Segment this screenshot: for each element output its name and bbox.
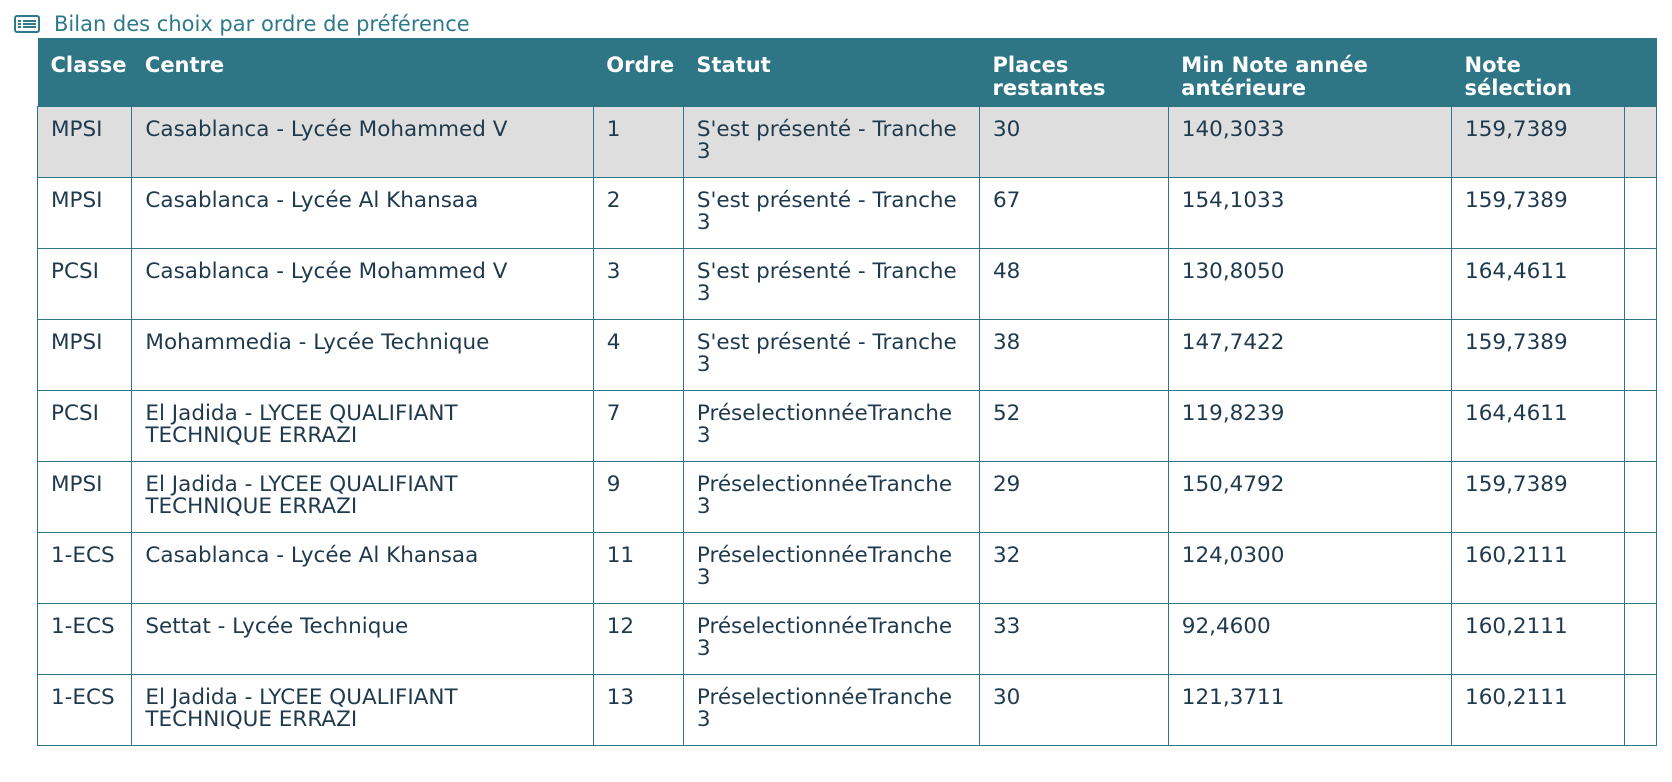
table-row[interactable]: PCSI Casablanca - Lycée Mohammed V 3 S'e… (36, 247, 1658, 320)
cell-extra (1623, 673, 1658, 746)
cell-statut: PréselectionnéeTranche 3 (682, 460, 980, 533)
cell-centre: Casablanca - Lycée Mohammed V (131, 247, 594, 320)
cell-places: 33 (978, 602, 1169, 675)
cell-centre: Settat - Lycée Technique (131, 602, 594, 675)
panel-header: Bilan des choix par ordre de préférence (14, 10, 470, 38)
cell-centre: El Jadida - LYCEE QUALIFIANT TECHNIQUE E… (131, 389, 594, 462)
column-header-extra (1624, 38, 1657, 106)
cell-ordre: 1 (592, 105, 684, 178)
cell-classe: PCSI (36, 389, 133, 462)
cell-statut: S'est présenté - Tranche 3 (682, 247, 980, 320)
column-header-min-note: Min Note année antérieure (1168, 38, 1452, 106)
column-header-note-selection: Note sélection (1451, 38, 1625, 106)
cell-min-note: 130,8050 (1167, 247, 1453, 320)
cell-note-selection: 159,7389 (1451, 105, 1625, 178)
cell-extra (1623, 460, 1658, 533)
cell-min-note: 119,8239 (1167, 389, 1453, 462)
cell-min-note: 154,1033 (1167, 176, 1453, 249)
cell-statut: PréselectionnéeTranche 3 (682, 673, 980, 746)
table-header-row: Classe Centre Ordre Statut Places restan… (37, 38, 1657, 106)
column-header-statut: Statut (683, 38, 980, 106)
cell-centre: El Jadida - LYCEE QUALIFIANT TECHNIQUE E… (131, 460, 594, 533)
cell-places: 30 (978, 673, 1169, 746)
cell-min-note: 92,4600 (1167, 602, 1453, 675)
cell-min-note: 124,0300 (1167, 531, 1453, 604)
cell-note-selection: 164,4611 (1451, 389, 1625, 462)
cell-places: 67 (978, 176, 1169, 249)
cell-centre: Casablanca - Lycée Al Khansaa (131, 176, 594, 249)
cell-note-selection: 159,7389 (1451, 176, 1625, 249)
cell-statut: S'est présenté - Tranche 3 (682, 105, 980, 178)
cell-ordre: 3 (592, 247, 684, 320)
cell-min-note: 150,4792 (1167, 460, 1453, 533)
cell-note-selection: 160,2111 (1451, 531, 1625, 604)
cell-places: 30 (978, 105, 1169, 178)
cell-places: 32 (978, 531, 1169, 604)
table-row[interactable]: MPSI Casablanca - Lycée Mohammed V 1 S'e… (36, 105, 1658, 178)
cell-classe: MPSI (36, 460, 133, 533)
cell-statut: S'est présenté - Tranche 3 (682, 176, 980, 249)
cell-ordre: 9 (592, 460, 684, 533)
cell-note-selection: 160,2111 (1451, 673, 1625, 746)
column-header-ordre: Ordre (593, 38, 684, 106)
cell-ordre: 4 (592, 318, 684, 391)
table-row[interactable]: MPSI Mohammedia - Lycée Technique 4 S'es… (36, 318, 1658, 391)
cell-note-selection: 159,7389 (1451, 460, 1625, 533)
cell-extra (1623, 318, 1658, 391)
cell-classe: MPSI (36, 318, 133, 391)
cell-statut: PréselectionnéeTranche 3 (682, 389, 980, 462)
cell-note-selection: 164,4611 (1451, 247, 1625, 320)
cell-places: 38 (978, 318, 1169, 391)
cell-ordre: 13 (592, 673, 684, 746)
cell-ordre: 2 (592, 176, 684, 249)
cell-statut: PréselectionnéeTranche 3 (682, 531, 980, 604)
cell-centre: Casablanca - Lycée Al Khansaa (131, 531, 594, 604)
cell-classe: 1-ECS (36, 602, 133, 675)
cell-centre: Casablanca - Lycée Mohammed V (131, 105, 594, 178)
cell-extra (1623, 531, 1658, 604)
cell-ordre: 7 (592, 389, 684, 462)
table-row[interactable]: 1-ECS Casablanca - Lycée Al Khansaa 11 P… (36, 531, 1658, 604)
cell-ordre: 12 (592, 602, 684, 675)
cell-classe: MPSI (36, 176, 133, 249)
cell-statut: PréselectionnéeTranche 3 (682, 602, 980, 675)
cell-note-selection: 159,7389 (1451, 318, 1625, 391)
cell-extra (1623, 389, 1658, 462)
table-row[interactable]: 1-ECS Settat - Lycée Technique 12 Présel… (36, 602, 1658, 675)
cell-classe: 1-ECS (36, 673, 133, 746)
cell-extra (1623, 176, 1658, 249)
column-header-places-restantes: Places restantes (979, 38, 1169, 106)
cell-statut: S'est présenté - Tranche 3 (682, 318, 980, 391)
cell-centre: Mohammedia - Lycée Technique (131, 318, 594, 391)
column-header-centre: Centre (131, 38, 594, 106)
cell-min-note: 121,3711 (1167, 673, 1453, 746)
cell-places: 29 (978, 460, 1169, 533)
cell-ordre: 11 (592, 531, 684, 604)
cell-centre: El Jadida - LYCEE QUALIFIANT TECHNIQUE E… (131, 673, 594, 746)
cell-classe: 1-ECS (36, 531, 133, 604)
cell-min-note: 140,3033 (1167, 105, 1453, 178)
cell-places: 48 (978, 247, 1169, 320)
cell-classe: PCSI (36, 247, 133, 320)
cell-extra (1623, 247, 1658, 320)
choices-table: Classe Centre Ordre Statut Places restan… (36, 38, 1658, 746)
table-row[interactable]: MPSI El Jadida - LYCEE QUALIFIANT TECHNI… (36, 460, 1658, 533)
panel-title: Bilan des choix par ordre de préférence (54, 12, 470, 36)
cell-extra (1623, 105, 1658, 178)
cell-min-note: 147,7422 (1167, 318, 1453, 391)
cell-classe: MPSI (36, 105, 133, 178)
cell-extra (1623, 602, 1658, 675)
cell-places: 52 (978, 389, 1169, 462)
table-row[interactable]: 1-ECS El Jadida - LYCEE QUALIFIANT TECHN… (36, 673, 1658, 746)
table-row[interactable]: PCSI El Jadida - LYCEE QUALIFIANT TECHNI… (36, 389, 1658, 462)
list-icon (14, 15, 40, 33)
table-row[interactable]: MPSI Casablanca - Lycée Al Khansaa 2 S'e… (36, 176, 1658, 249)
cell-note-selection: 160,2111 (1451, 602, 1625, 675)
column-header-classe: Classe (37, 38, 132, 106)
